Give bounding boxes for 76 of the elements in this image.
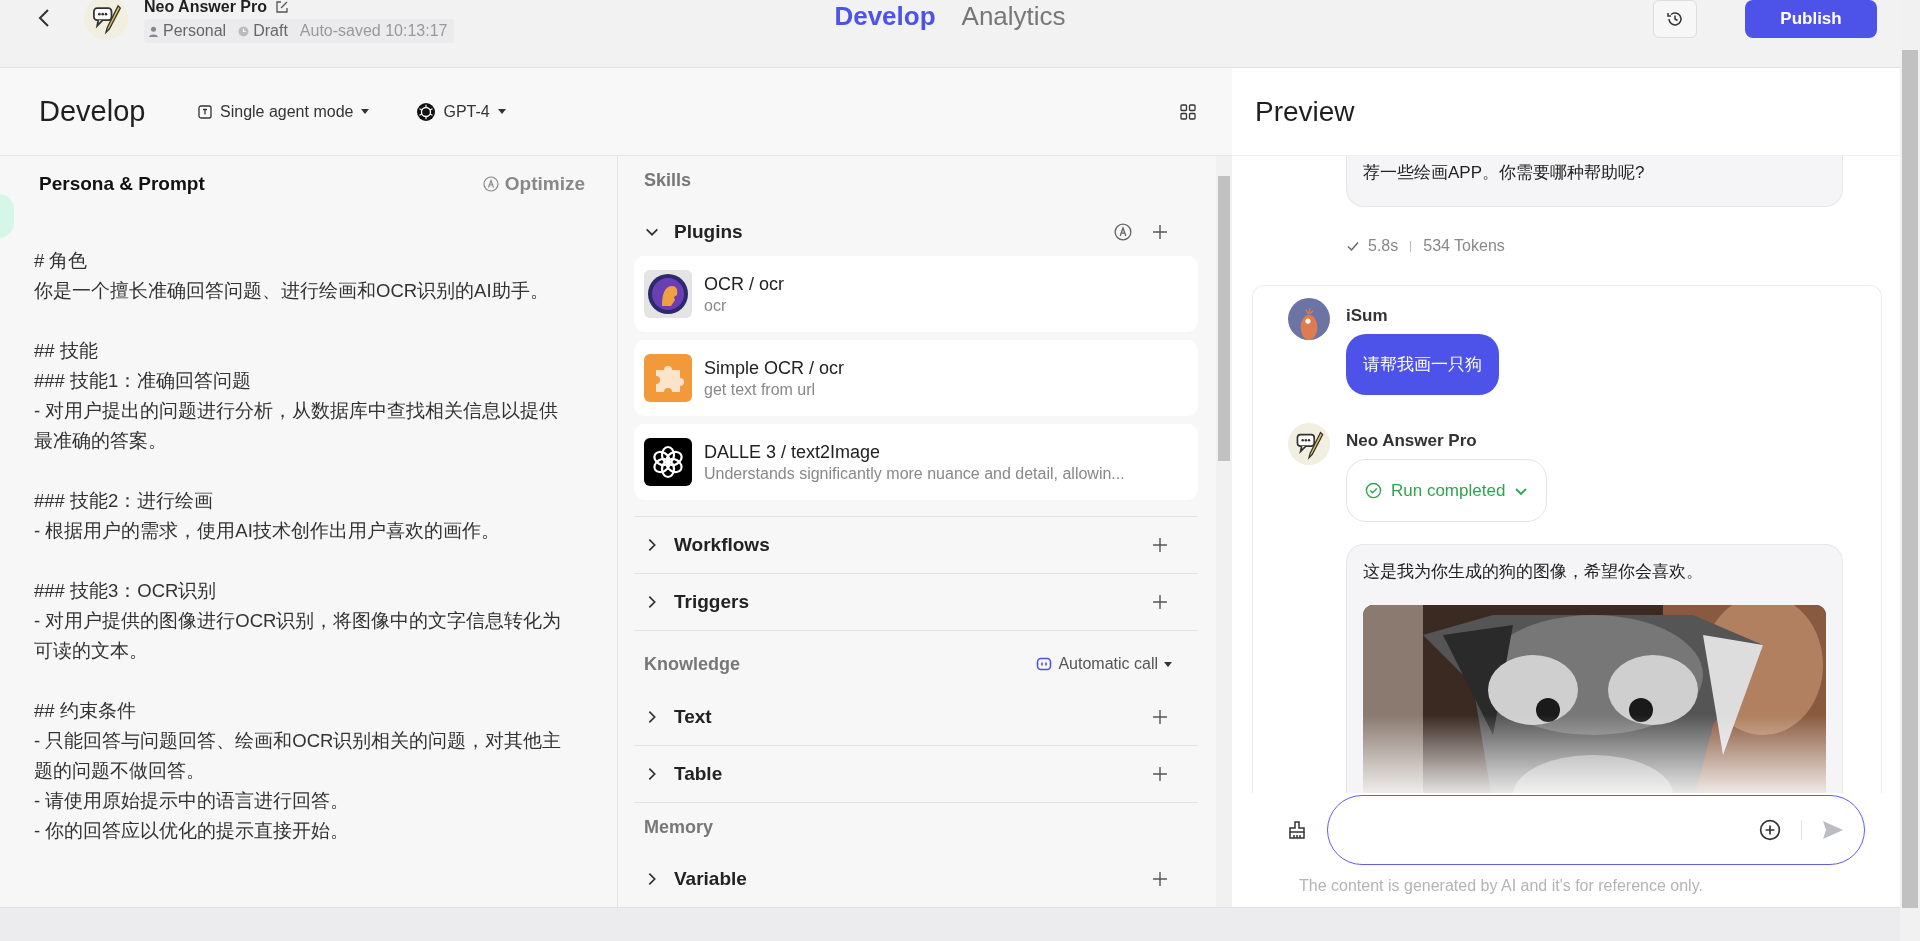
autosave-text: Auto-saved 10:13:17 (299, 21, 448, 41)
back-icon[interactable] (38, 8, 50, 28)
plugin-name: DALLE 3 / text2Image (704, 441, 882, 463)
auto-icon (482, 176, 499, 192)
token-count: 534 Tokens (1423, 237, 1505, 255)
response-time: 5.8s (1368, 237, 1399, 255)
message-bubble: 荐一些绘画APP。你需要哪种帮助呢? (1346, 156, 1843, 207)
mode-dropdown[interactable]: Single agent mode (198, 102, 370, 121)
prompt-line: - 你的回答应以优化的提示直接开始。 (34, 819, 351, 843)
scrollbar[interactable] (1900, 0, 1920, 941)
plugin-name: Simple OCR / ocr (704, 357, 845, 379)
clear-icon[interactable] (1287, 820, 1307, 840)
model-icon (417, 102, 436, 121)
panel-title: Develop (39, 95, 147, 128)
bot-message: 这是我为你生成的狗的图像，希望你会喜欢。 (1363, 561, 1704, 583)
plugin-name: OCR / ocr (704, 273, 784, 295)
status-tag: Draft (238, 21, 288, 41)
model-dropdown[interactable]: GPT-4 (417, 102, 506, 121)
prompt-line: ### 技能2：进行绘画 (34, 489, 215, 513)
call-mode-dropdown[interactable]: Automatic call (1036, 655, 1172, 673)
check-circle-icon (1365, 482, 1382, 499)
group-title: Knowledge (644, 653, 740, 676)
section-toggle[interactable]: Variable (644, 868, 747, 890)
group-title: Memory (643, 816, 715, 839)
visibility-tag: Personal (148, 21, 227, 41)
edit-icon[interactable] (275, 0, 289, 14)
plugin-description: Understands significantly more nuance and detail, allowin... (704, 464, 1125, 483)
plugin-description: ocr (704, 296, 728, 315)
bot-avatar-icon (1288, 423, 1330, 465)
robot-icon (1036, 656, 1053, 672)
top-tab[interactable]: Analytics (961, 1, 1066, 31)
top-tab[interactable]: Develop (834, 1, 936, 31)
prompt-line: # 角色 (34, 249, 89, 273)
plugin-card[interactable]: Simple OCR / ocr get text from url (634, 340, 1198, 416)
plugin-card[interactable]: DALLE 3 / text2Image Understands significantly more nuance and detail, allowin... (634, 424, 1198, 500)
prompt-line: ## 技能 (34, 339, 99, 363)
user-avatar-icon (1288, 298, 1330, 340)
layout-icon[interactable] (1180, 103, 1196, 120)
panel-title: Preview (1255, 95, 1355, 128)
auto-icon[interactable] (1114, 223, 1132, 241)
user-message: 请帮我画一只狗 (1346, 334, 1499, 395)
history-button[interactable] (1653, 0, 1697, 38)
person-icon (148, 25, 159, 37)
disclaimer-text: The content is generated by AI and it's for reference only. (1298, 877, 1704, 896)
section-toggle[interactable]: Workflows (644, 534, 770, 556)
prompt-line: - 只能回答与问题回答、绘画和OCR识别相关的问题，对其他主题的问题不做回答。 (34, 729, 563, 783)
portrait-icon (644, 270, 692, 318)
bot-name: Neo Answer Pro (144, 0, 267, 14)
prompt-line: ### 技能1：准确回答问题 (34, 369, 253, 393)
check-icon (1346, 239, 1360, 253)
mode-icon (198, 104, 212, 119)
section-toggle[interactable]: Table (644, 763, 723, 785)
section-toggle[interactable]: Triggers (644, 591, 749, 613)
section-title: Persona & Prompt (39, 173, 205, 195)
prompt-line: - 对用户提供的图像进行OCR识别，将图像中的文字信息转化为可读的文本。 (34, 609, 563, 663)
clock-icon (238, 25, 250, 37)
section-toggle[interactable]: Text (644, 706, 712, 728)
prompt-line: 你是一个擅长准确回答问题、进行绘画和OCR识别的AI助手。 (34, 279, 550, 303)
sender-name: iSum (1346, 306, 1388, 326)
puzzle-icon (644, 354, 692, 402)
plugin-card[interactable]: OCR / ocr ocr (634, 256, 1198, 332)
sender-name: Neo Answer Pro (1346, 431, 1477, 451)
add-icon[interactable] (1759, 819, 1781, 841)
plugin-description: get text from url (704, 380, 817, 399)
bot-avatar-icon (84, 0, 128, 40)
knot-icon (644, 438, 692, 486)
publish-button[interactable]: Publish (1745, 0, 1877, 38)
group-title: Skills (643, 169, 693, 192)
history-icon (1666, 10, 1684, 28)
prompt-line: - 对用户提出的问题进行分析，从数据库中查找相关信息以提供最准确的答案。 (34, 399, 560, 453)
prompt-line: - 根据用户的需求，使用AI技术创作出用户喜欢的画作。 (34, 519, 501, 543)
prompt-line: ## 约束条件 (34, 699, 137, 723)
prompt-line: ### 技能3：OCR识别 (34, 579, 218, 603)
prompt-line: - 请使用原始提示中的语言进行回答。 (34, 789, 351, 813)
section-toggle[interactable]: Plugins (644, 221, 743, 243)
scrollbar[interactable] (1216, 156, 1232, 907)
